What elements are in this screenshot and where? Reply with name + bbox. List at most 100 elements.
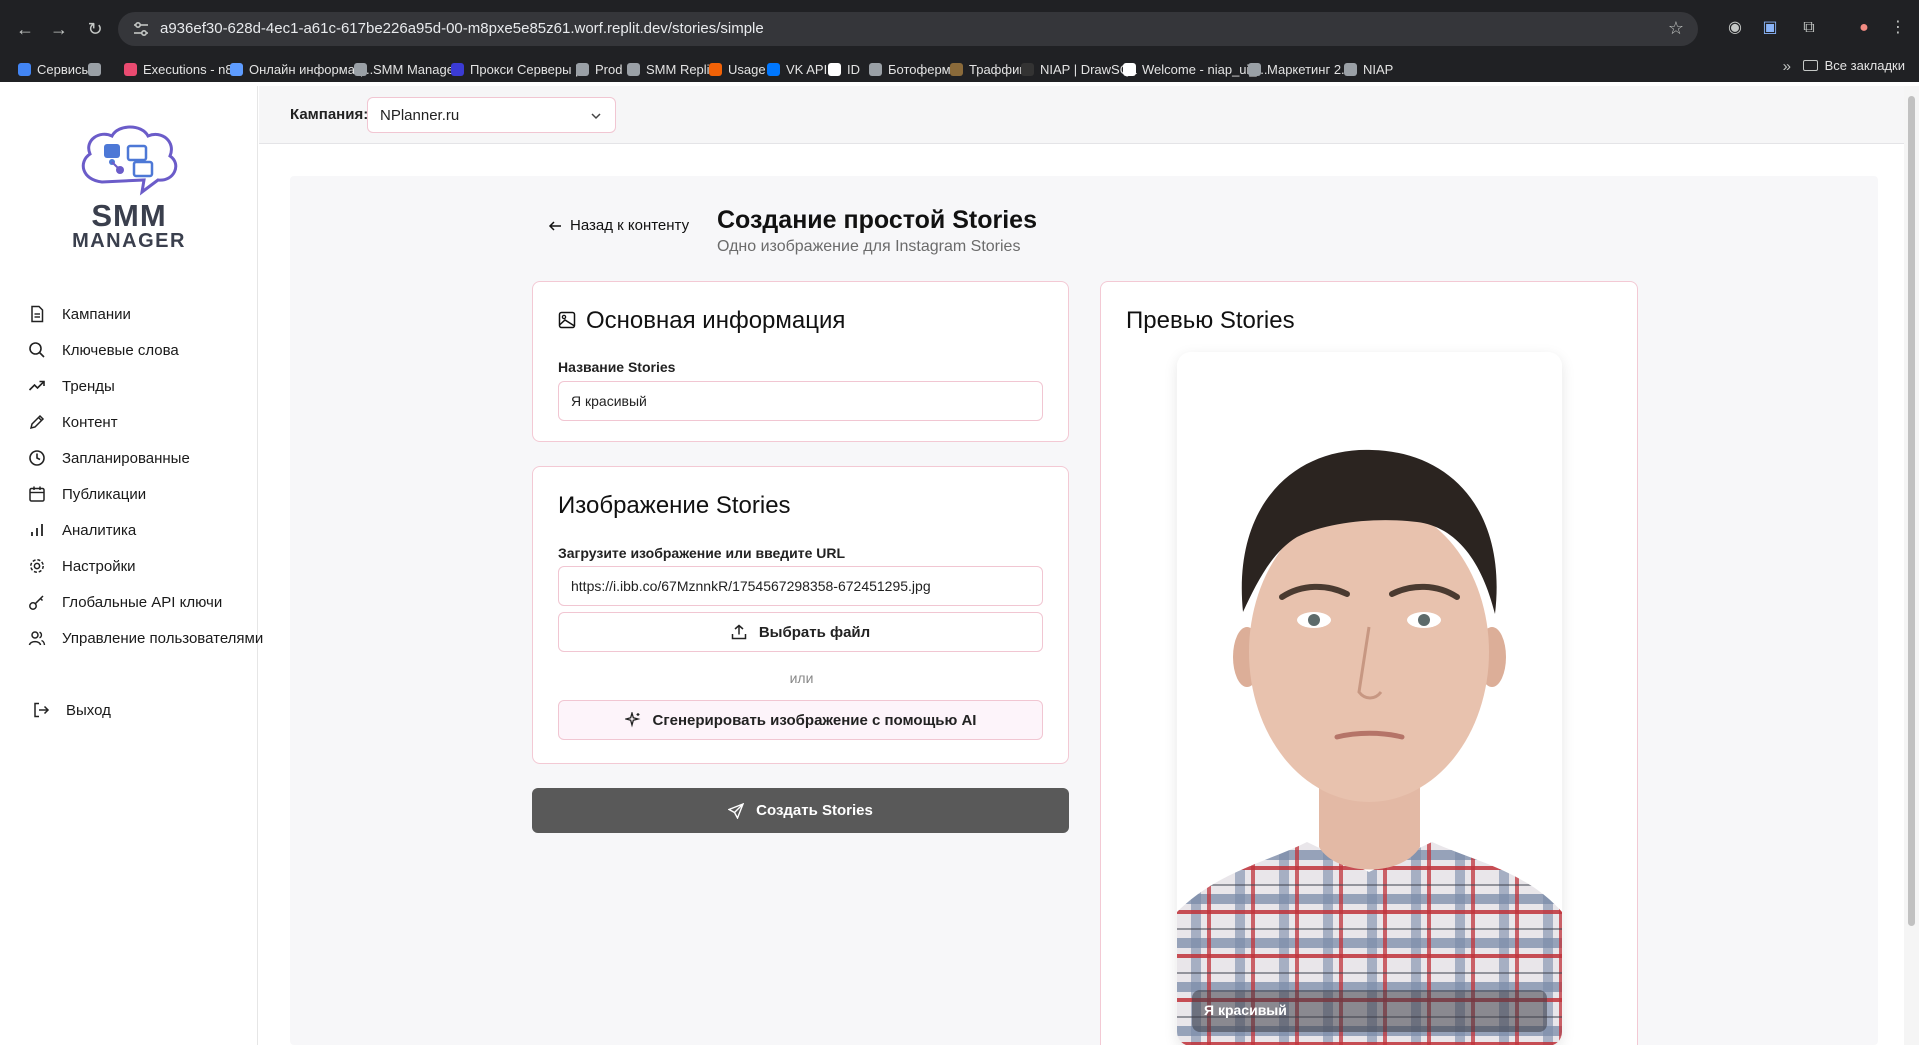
bookmark-favicon-icon: [124, 62, 137, 76]
bookmark-item[interactable]: Траффик: [950, 58, 1025, 80]
upload-icon: [731, 624, 747, 640]
sidebar-item-label: Контент: [62, 413, 118, 431]
bookmark-label: ID: [847, 61, 860, 77]
bar-chart-icon: [31, 524, 43, 536]
basic-info-card: Основная информация Название Stories Я к…: [532, 281, 1069, 442]
story-name-input[interactable]: Я красивый: [558, 381, 1043, 421]
sidebar-item-analytics[interactable]: Аналитика: [0, 512, 258, 548]
bookmark-item[interactable]: Маркетинг 2.0: [1248, 58, 1352, 80]
clock-icon: [29, 450, 45, 466]
sidebar-item-campaigns[interactable]: Кампании: [0, 296, 258, 332]
image-icon: [558, 311, 576, 329]
url-text[interactable]: a936ef30-628d-4ec1-a61c-617be226a95d-00-…: [160, 20, 764, 37]
edit-icon: [29, 414, 45, 430]
sidebar-item-user-management[interactable]: Управление пользователями: [0, 620, 263, 656]
bookmark-star-icon[interactable]: ☆: [1668, 18, 1684, 39]
camera-extension-icon[interactable]: ◉: [1723, 16, 1747, 40]
create-stories-button[interactable]: Создать Stories: [532, 788, 1069, 833]
page-scrollbar[interactable]: [1904, 86, 1919, 1045]
bookmark-favicon-icon: [354, 62, 367, 76]
scrollbar-thumb[interactable]: [1908, 96, 1915, 926]
preview-caption: Я красивый: [1192, 990, 1547, 1032]
bookmark-favicon-icon: [1021, 62, 1034, 76]
bookmark-item[interactable]: ID: [828, 58, 860, 80]
sidebar-item-settings[interactable]: Настройки: [0, 548, 258, 584]
sidebar-item-keywords[interactable]: Ключевые слова: [0, 332, 258, 368]
browser-chrome: ← → ↻ a936ef30-628d-4ec1-a61c-617be226a9…: [0, 0, 1919, 82]
bookmark-label: Маркетинг 2.0: [1267, 61, 1352, 77]
calendar-icon: [29, 486, 45, 502]
logout-label: Выход: [66, 701, 111, 719]
forward-arrow-icon[interactable]: →: [46, 16, 72, 42]
address-bar[interactable]: a936ef30-628d-4ec1-a61c-617be226a95d-00-…: [118, 12, 1698, 46]
story-image-title: Изображение Stories: [558, 492, 791, 519]
sparkles-icon: [624, 712, 640, 728]
campaign-select[interactable]: NPlanner.ru: [367, 97, 616, 133]
bookmark-item[interactable]: [88, 58, 107, 80]
puzzle-extensions-icon[interactable]: ⧉: [1797, 16, 1821, 40]
campaign-select-value: NPlanner.ru: [380, 107, 460, 124]
bookmark-item[interactable]: Онлайн информац...: [230, 58, 373, 80]
basic-info-title: Основная информация: [586, 307, 846, 334]
create-stories-label: Создать Stories: [756, 802, 873, 819]
sidebar-item-scheduled[interactable]: Запланированные: [0, 440, 258, 476]
story-preview-image: [1177, 352, 1562, 1045]
bookmark-item[interactable]: Ботоферма: [869, 58, 958, 80]
bookmark-label: SMM Replit: [646, 61, 714, 77]
back-to-content-link[interactable]: Назад к контенту: [548, 217, 689, 234]
search-icon: [29, 342, 45, 358]
sidebar-item-label: Управление пользователями: [62, 629, 264, 647]
all-bookmarks-button[interactable]: Все закладки: [1802, 58, 1905, 73]
story-image-card: Изображение Stories Загрузите изображени…: [532, 466, 1069, 764]
back-arrow-icon[interactable]: ←: [12, 16, 38, 42]
bookmarks-overflow-icon[interactable]: »: [1783, 58, 1791, 75]
image-url-label: Загрузите изображение или введите URL: [558, 545, 846, 561]
bookmark-label: Сервисы: [37, 61, 91, 77]
sidebar-item-global-api-keys[interactable]: Глобальные API ключи: [0, 584, 258, 620]
bookmark-item[interactable]: Welcome - niap_ui_...: [1123, 58, 1268, 80]
sidebar-item-publications[interactable]: Публикации: [0, 476, 258, 512]
preview-caption-text: Я красивый: [1204, 1002, 1287, 1018]
page-title: Создание простой Stories: [717, 206, 1037, 234]
bookmark-favicon-icon: [1123, 62, 1136, 76]
bookmark-item[interactable]: NIAP: [1344, 58, 1393, 80]
bookmark-item[interactable]: Сервисы: [18, 58, 91, 80]
chevron-down-icon: [591, 113, 601, 120]
all-bookmarks-label: Все закладки: [1824, 58, 1905, 73]
sidebar-item-label: Настройки: [62, 557, 136, 575]
image-url-value: https://i.ibb.co/67MznnkR/1754567298358-…: [571, 578, 931, 594]
key-icon: [29, 595, 44, 610]
image-url-input[interactable]: https://i.ibb.co/67MznnkR/1754567298358-…: [558, 566, 1043, 606]
bookmark-item[interactable]: SMM Manager: [354, 58, 458, 80]
site-settings-icon[interactable]: [132, 20, 150, 38]
reload-icon[interactable]: ↻: [82, 16, 108, 42]
sidebar-item-label: Кампании: [62, 305, 131, 323]
bookmark-item[interactable]: SMM Replit: [627, 58, 713, 80]
bookmark-favicon-icon: [709, 62, 722, 76]
bookmark-favicon-icon: [451, 62, 464, 76]
send-icon: [728, 802, 745, 819]
profile-avatar-icon[interactable]: ●: [1852, 16, 1876, 40]
sidebar-item-label: Глобальные API ключи: [62, 593, 223, 611]
choose-file-button[interactable]: Выбрать файл: [558, 612, 1043, 652]
arrow-left-icon: [548, 220, 561, 231]
logout-button[interactable]: Выход: [0, 692, 258, 728]
preview-card: Превью Stories Я красивый: [1100, 281, 1638, 1045]
bookmark-item[interactable]: Prod: [576, 58, 622, 80]
bookmark-item[interactable]: Usage: [709, 58, 766, 80]
bookmark-item[interactable]: Прокси Серверы |...: [451, 58, 589, 80]
generate-ai-image-button[interactable]: Сгенерировать изображение с помощью AI: [558, 700, 1043, 740]
sidebar: SMM MANAGER Кампании Ключевые слова Трен…: [0, 86, 263, 1045]
bookmarks-bar: Сервисы Executions - n8n Онлайн информац..…: [0, 55, 1919, 82]
bookmark-label: VK API: [786, 61, 828, 77]
bookmark-item[interactable]: Executions - n8n: [124, 58, 240, 80]
extension-icon[interactable]: ▣: [1758, 16, 1782, 40]
browser-menu-icon[interactable]: ⋮: [1886, 16, 1910, 40]
bookmark-favicon-icon: [18, 62, 31, 76]
sidebar-item-trends[interactable]: Тренды: [0, 368, 258, 404]
sidebar-item-label: Аналитика: [62, 521, 137, 539]
story-name-value: Я красивый: [571, 393, 647, 409]
bookmark-item[interactable]: VK API: [767, 58, 827, 80]
sidebar-item-content[interactable]: Контент: [0, 404, 258, 440]
bookmark-item[interactable]: NIAP | DrawSQL: [1021, 58, 1137, 80]
